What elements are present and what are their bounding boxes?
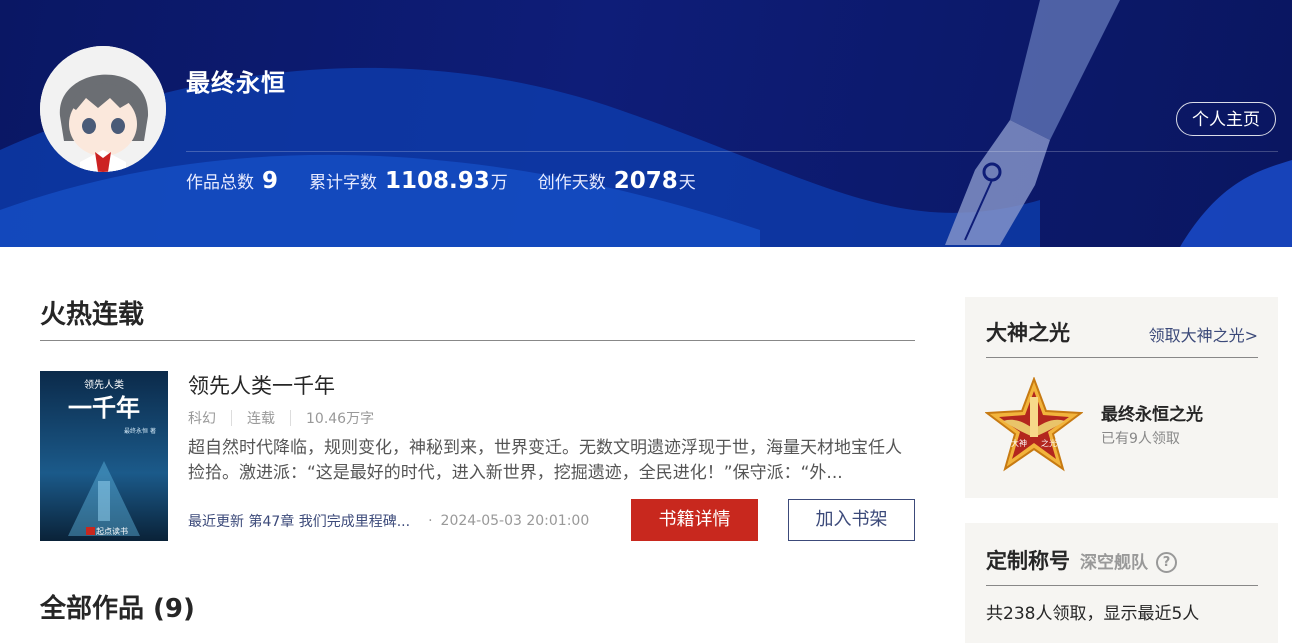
custom-title-tag: 深空舰队 [1080, 553, 1148, 573]
meta-separator [231, 410, 232, 426]
custom-title-count: 共238人领取，显示最近5人 [986, 604, 1200, 624]
banner-background [0, 0, 1292, 247]
section-divider [40, 340, 915, 341]
book-status: 连载 [247, 411, 275, 427]
author-stats: 作品总数 9 累计字数 1108.93 万 创作天数 2078 天 [186, 168, 726, 194]
personal-homepage-button[interactable]: 个人主页 [1176, 102, 1276, 136]
stat-total-works: 作品总数 9 [186, 168, 279, 194]
author-avatar[interactable] [40, 46, 166, 172]
card-divider [986, 585, 1258, 586]
stat-value: 1108.93 [385, 168, 490, 194]
stat-unit: 天 [678, 173, 696, 193]
cover-author: 最终永恒 著 [124, 427, 156, 435]
glory-card: 大神之光 领取大神之光> 大神 之光 最终永恒之光 已有9人领取 [965, 297, 1278, 498]
claim-glory-link[interactable]: 领取大神之光> [1149, 322, 1258, 346]
book-details-button[interactable]: 书籍详情 [631, 499, 758, 541]
add-to-shelf-button[interactable]: 加入书架 [788, 499, 915, 541]
latest-update: 最近更新 第47章 我们完成里程碑... · 2024-05-03 20:01:… [188, 511, 589, 531]
cover-text-top: 领先人类 [84, 378, 124, 391]
custom-title-label: 定制称号 [986, 549, 1070, 573]
badge-name: 最终永恒之光 [1101, 405, 1203, 425]
custom-title-card: 定制称号 深空舰队? 共238人领取，显示最近5人 [965, 523, 1278, 643]
all-works-title: 全部作品 (9) [40, 594, 195, 624]
book-genre[interactable]: 科幻 [188, 408, 216, 428]
hot-section-title: 火热连载 [40, 300, 145, 330]
badge-text-left: 大神 [1011, 438, 1027, 448]
glory-title: 大神之光 [986, 321, 1070, 345]
banner-divider [186, 151, 1278, 152]
badge-claim-count: 已有9人领取 [1101, 431, 1180, 447]
stat-writing-days: 创作天数 2078 天 [538, 168, 696, 194]
update-time: 2024-05-03 20:01:00 [440, 513, 590, 529]
cover-brand: 起点读书 [96, 526, 128, 536]
card-divider [986, 357, 1258, 358]
custom-title-heading: 定制称号 深空舰队? [986, 545, 1177, 575]
badge-text-right: 之光 [1041, 438, 1057, 448]
author-name: 最终永恒 [186, 69, 286, 97]
stat-value: 2078 [613, 168, 678, 194]
author-banner: 最终永恒 个人主页 作品总数 9 累计字数 1108.93 万 创作天数 207… [0, 0, 1292, 247]
book-words: 10.46万字 [306, 411, 375, 427]
stat-value: 9 [262, 168, 279, 194]
stat-total-words: 累计字数 1108.93 万 [309, 168, 508, 194]
cover-text-main: 一千年 [68, 394, 140, 422]
book-meta: 科幻 连载 10.46万字 [188, 408, 374, 428]
book-title[interactable]: 领先人类一千年 [188, 370, 335, 400]
book-cover[interactable]: 领先人类 一千年 最终永恒 著 起点读书 [40, 371, 168, 541]
stat-label: 创作天数 [537, 173, 606, 193]
meta-separator [290, 410, 291, 426]
help-icon[interactable]: ? [1156, 551, 1177, 573]
stat-label: 累计字数 [309, 173, 378, 193]
latest-chapter-link[interactable]: 最近更新 第47章 我们完成里程碑... [188, 511, 410, 531]
stat-label: 作品总数 [186, 173, 254, 193]
update-dot: · [428, 513, 433, 529]
stat-unit: 万 [490, 173, 508, 193]
book-description: 超自然时代降临，规则变化，神秘到来，世界变迁。无数文明遗迹浮现于世，海量天材地宝… [188, 438, 902, 483]
star-badge-icon: 大神 之光 [984, 376, 1084, 473]
